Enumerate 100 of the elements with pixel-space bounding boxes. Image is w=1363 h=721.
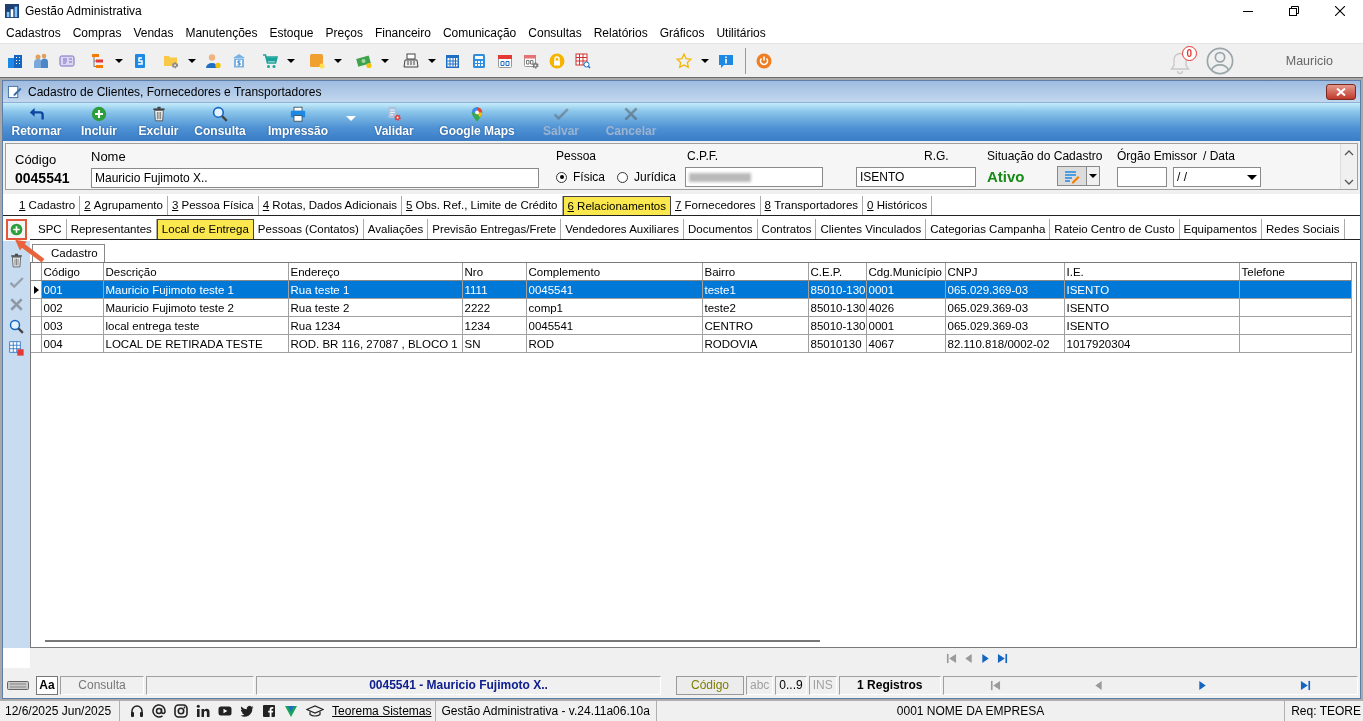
menu-item[interactable]: Consultas xyxy=(528,25,582,40)
v-logo-icon[interactable] xyxy=(284,704,299,718)
tab[interactable]: Avaliações xyxy=(363,219,429,239)
caret-icon[interactable] xyxy=(428,58,436,63)
calculator-icon[interactable] xyxy=(471,52,487,69)
calendar-grid-icon[interactable] xyxy=(445,52,461,69)
toolbar-button[interactable]: Consulta xyxy=(188,103,252,141)
table-row[interactable]: 001 Mauricio Fujimoto teste 1 Rua teste 1 1111 0045541 teste1 85010-130 0001 065.029.369-03 ISENTO xyxy=(31,280,1351,299)
toolbar-button[interactable]: Impressão xyxy=(252,103,344,141)
menu-item[interactable]: Compras xyxy=(72,25,122,40)
name-field[interactable]: Mauricio Fujimoto X.. xyxy=(91,168,539,188)
toolbar-button[interactable]: Incluir xyxy=(69,103,129,141)
table-row[interactable]: 002 Mauricio Fujimoto teste 2 Rua teste 2 2222 comp1 teste2 85010-130 4026 065.029.369-03 ISENTO xyxy=(31,298,1351,317)
table-row[interactable]: 004 LOCAL DE RETIRADA TESTE ROD. BR 116, 27087 , BLOCO 1 SN ROD RODOVIA 85010130 4067 82.110.818/0002-02 1017920304 xyxy=(31,334,1351,353)
info-icon[interactable] xyxy=(718,52,734,69)
column-header[interactable]: C.E.P. xyxy=(808,263,866,281)
toolbar-button[interactable]: Excluir xyxy=(129,103,188,141)
tab[interactable]: Contratos xyxy=(757,219,817,239)
headset-icon[interactable] xyxy=(130,704,145,718)
add-button[interactable] xyxy=(6,219,27,240)
menu-item[interactable]: Manutenções xyxy=(185,25,258,40)
tab[interactable]: Previsão Entregas/Frete xyxy=(428,219,562,239)
tab[interactable]: Representantes xyxy=(66,219,157,239)
star-icon[interactable] xyxy=(676,52,692,69)
menu-item[interactable]: Comunicação xyxy=(442,25,517,40)
scroll-up-icon[interactable] xyxy=(1344,150,1354,156)
in-logo-icon[interactable] xyxy=(196,704,211,718)
tab[interactable]: Local de Entrega xyxy=(156,219,254,239)
search-icon[interactable] xyxy=(9,319,24,334)
last-page-icon[interactable] xyxy=(997,652,1008,664)
tab[interactable]: 2 Agrupamento xyxy=(80,196,168,215)
last-page-icon[interactable] xyxy=(1299,679,1311,691)
menu-item[interactable]: Cadastros xyxy=(6,25,61,40)
column-header[interactable]: Cdg.Município xyxy=(866,263,945,281)
tab[interactable]: 3 Pessoa Física xyxy=(167,196,259,215)
caret-icon[interactable] xyxy=(701,58,709,63)
cart-icon[interactable] xyxy=(262,52,278,69)
tab[interactable]: Pessoas (Contatos) xyxy=(253,219,364,239)
cash-register-icon[interactable] xyxy=(403,52,419,69)
column-header[interactable]: CNPJ xyxy=(945,263,1064,281)
column-header[interactable]: Bairro xyxy=(702,263,808,281)
sort-order-button[interactable]: Código xyxy=(676,675,744,695)
scroll-down-icon[interactable] xyxy=(1344,179,1354,185)
tab[interactable]: Vendedores Auxiliares xyxy=(561,219,685,239)
company-link[interactable]: Teorema Sistemas xyxy=(332,704,432,718)
menu-item[interactable]: Gráficos xyxy=(659,25,705,40)
menu-item[interactable]: Preços xyxy=(325,25,363,40)
radio-label[interactable]: Jurídica xyxy=(634,170,677,184)
menu-item[interactable]: Vendas xyxy=(133,25,174,40)
graduation-cap-icon[interactable] xyxy=(306,704,325,718)
menu-item[interactable]: Utilitários xyxy=(716,25,766,40)
radio-button[interactable] xyxy=(556,171,567,183)
menu-item[interactable]: Estoque xyxy=(269,25,314,40)
document-icon[interactable] xyxy=(132,52,148,69)
play-icon[interactable] xyxy=(218,704,233,718)
tab[interactable]: Equipamentos xyxy=(1179,219,1263,239)
caret-icon[interactable] xyxy=(1247,174,1257,180)
close-button[interactable] xyxy=(1326,83,1356,100)
scrollbar-thumb[interactable] xyxy=(45,640,820,642)
date-field[interactable]: / / xyxy=(1173,167,1261,187)
toolbar-button[interactable]: Retornar xyxy=(4,103,69,141)
tab[interactable]: Documentos xyxy=(684,219,758,239)
menu-item[interactable]: Financeiro xyxy=(374,25,431,40)
f-logo-icon[interactable] xyxy=(262,704,277,718)
table-search-icon[interactable] xyxy=(575,52,591,69)
person-coin-icon[interactable] xyxy=(205,52,221,69)
toolbar-button[interactable]: Google Maps xyxy=(430,103,524,141)
tab[interactable]: 6 Relacionamentos xyxy=(562,196,671,215)
at-sign-icon[interactable] xyxy=(152,704,167,718)
caret-icon[interactable] xyxy=(334,58,342,63)
status-dropdown[interactable] xyxy=(1057,166,1100,186)
tab[interactable]: 8 Transportadores xyxy=(760,196,864,215)
column-header[interactable]: Telefone xyxy=(1239,263,1351,281)
power-icon[interactable] xyxy=(756,52,772,69)
column-header[interactable]: Nro xyxy=(462,263,526,281)
table-row[interactable]: 003 local entrega teste Rua 1234 1234 0045541 CENTRO 85010-130 0001 065.029.369-03 ISENTO xyxy=(31,316,1351,335)
tab[interactable]: Rateio Centro de Custo xyxy=(1050,219,1180,239)
tab[interactable]: 5 Obs. Ref., Limite de Crédito xyxy=(402,196,563,215)
next-icon[interactable] xyxy=(980,652,991,664)
column-header[interactable]: Endereço xyxy=(288,263,462,281)
caret-icon[interactable] xyxy=(287,58,295,63)
menu-item[interactable]: Relatórios xyxy=(593,25,648,40)
rg-field[interactable]: ISENTO xyxy=(856,167,976,187)
column-header[interactable]: Complemento xyxy=(526,263,702,281)
cpf-field[interactable] xyxy=(685,167,823,187)
people-icon[interactable] xyxy=(33,52,49,69)
calendar-gear-icon[interactable] xyxy=(523,52,539,69)
caret-icon[interactable] xyxy=(188,58,196,63)
issuer-field[interactable] xyxy=(1117,167,1167,187)
hierarchy-icon[interactable] xyxy=(90,52,106,69)
calendar-icon[interactable] xyxy=(497,52,513,69)
user-name[interactable]: Mauricio xyxy=(1285,53,1333,68)
tab[interactable]: Clientes Vinculados xyxy=(816,219,927,239)
tab[interactable]: Cadastro xyxy=(32,244,105,262)
keyboard-icon[interactable] xyxy=(7,679,29,691)
caret-icon[interactable] xyxy=(115,58,123,63)
tab[interactable]: 1 Cadastro xyxy=(15,196,81,215)
tab[interactable]: Categorias Campanha xyxy=(926,219,1051,239)
camera-icon[interactable] xyxy=(174,704,189,718)
radio-button[interactable] xyxy=(617,171,628,183)
